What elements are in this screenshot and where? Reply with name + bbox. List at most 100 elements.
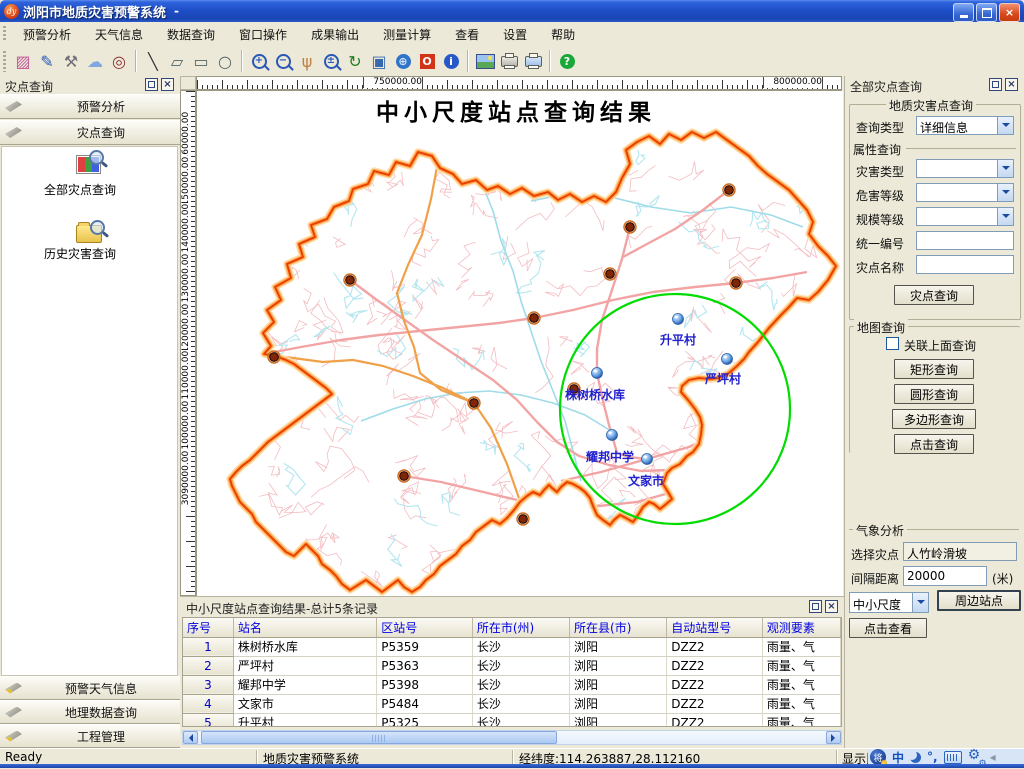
hscroll-right-button[interactable]	[826, 731, 841, 744]
disaster-point-marker[interactable]	[624, 221, 636, 233]
map-query-button-3[interactable]: 多边形查询	[892, 409, 976, 429]
rectangle-draw-icon[interactable]: ▭	[189, 49, 213, 73]
dropdown-icon[interactable]	[997, 160, 1013, 177]
history-disaster-query-icon[interactable]	[76, 219, 104, 243]
hscroll-thumb[interactable]	[201, 731, 557, 744]
result-panel-close-button[interactable]: ×	[825, 600, 838, 613]
print-preview-icon[interactable]	[521, 49, 545, 73]
combo-灾害类型[interactable]	[916, 159, 1014, 178]
column-header-7[interactable]: 观测要素	[762, 618, 840, 637]
refresh-map-icon[interactable]: ↻	[343, 49, 367, 73]
column-header-2[interactable]: 站名	[233, 618, 376, 637]
column-header-5[interactable]: 所在县(市)	[570, 618, 667, 637]
distance-input[interactable]: 20000	[903, 566, 987, 586]
input-统一编号[interactable]	[916, 231, 1014, 250]
table-row-2[interactable]: 2严坪村P5363长沙浏阳DZZ2雨量、气	[183, 656, 841, 675]
menu-item-4[interactable]: 窗口操作	[227, 23, 299, 46]
ellipse-draw-icon[interactable]: ○	[213, 49, 237, 73]
result-panel-pin-button[interactable]	[809, 600, 822, 613]
minimize-button[interactable]	[953, 3, 974, 22]
soft-keyboard-icon[interactable]	[944, 751, 962, 764]
map-analysis-icon[interactable]: ▨	[11, 49, 35, 73]
disaster-point-marker[interactable]	[730, 277, 742, 289]
help-icon[interactable]: ?	[555, 49, 579, 73]
column-header-3[interactable]: 区站号	[377, 618, 473, 637]
menu-grip[interactable]	[3, 26, 6, 43]
table-row-1[interactable]: 1株树桥水库P5359长沙浏阳DZZ2雨量、气	[183, 637, 841, 656]
sidebar-item-label-2[interactable]: 历史灾害查询	[42, 247, 118, 262]
menu-item-3[interactable]: 数据查询	[155, 23, 227, 46]
dropdown-icon[interactable]	[997, 184, 1013, 201]
disaster-point-marker[interactable]	[517, 513, 529, 525]
disaster-point-marker[interactable]	[398, 470, 410, 482]
left-panel-pin-button[interactable]	[145, 78, 158, 91]
target-tool-icon[interactable]: ◎	[107, 49, 131, 73]
scale-combo-dropdown-icon[interactable]	[912, 593, 928, 612]
sidebar-bottom-group-2[interactable]: 地理数据查询	[0, 700, 180, 724]
menu-item-8[interactable]: 设置	[491, 23, 539, 46]
print-icon[interactable]	[497, 49, 521, 73]
ime-brand-icon[interactable]: 将	[870, 749, 886, 765]
close-button[interactable]: ×	[999, 3, 1020, 22]
left-panel-close-button[interactable]: ×	[161, 78, 174, 91]
table-row-5[interactable]: 5升平村P5325长沙浏阳DZZ2雨量、气	[183, 713, 841, 727]
table-row-3[interactable]: 3耀邦中学P5398长沙浏阳DZZ2雨量、气	[183, 675, 841, 694]
result-table-hscrollbar[interactable]	[182, 730, 842, 745]
nearby-stations-button[interactable]: 周边站点	[937, 590, 1021, 611]
punctuation-icon[interactable]: °,	[927, 750, 938, 764]
disaster-point-marker[interactable]	[604, 268, 616, 280]
map-query-button-1[interactable]: 矩形查询	[894, 359, 974, 379]
menu-item-2[interactable]: 天气信息	[83, 23, 155, 46]
query-type-combo[interactable]: 详细信息	[916, 116, 1014, 135]
combo-规模等级[interactable]	[916, 207, 1014, 226]
all-disaster-query-icon[interactable]	[76, 155, 104, 179]
sidebar-bottom-group-1[interactable]: 预警天气信息	[0, 676, 180, 700]
tray-collapse-arrow-icon[interactable]: ◂	[990, 750, 996, 764]
disaster-point-marker[interactable]	[268, 351, 280, 363]
paint-tool-icon[interactable]: ✎	[35, 49, 59, 73]
query-type-dropdown-icon[interactable]	[997, 117, 1013, 134]
maximize-button[interactable]	[976, 3, 997, 22]
polygon-draw-icon[interactable]: ▱	[165, 49, 189, 73]
menu-item-9[interactable]: 帮助	[539, 23, 587, 46]
table-row-4[interactable]: 4文家市P5484长沙浏阳DZZ2雨量、气	[183, 694, 841, 713]
click-view-button[interactable]: 点击查看	[849, 618, 927, 638]
right-panel-close-button[interactable]: ×	[1005, 78, 1018, 91]
legend-image-icon[interactable]	[473, 49, 497, 73]
pan-hand-icon[interactable]: ψ	[295, 49, 319, 73]
disaster-point-marker[interactable]	[468, 397, 480, 409]
input-灾点名称[interactable]	[916, 255, 1014, 274]
map-query-button-2[interactable]: 圆形查询	[894, 384, 974, 404]
dropdown-icon[interactable]	[997, 208, 1013, 225]
copy-view-icon[interactable]: ▣	[367, 49, 391, 73]
hscroll-left-button[interactable]	[183, 731, 198, 744]
fullwidth-moon-icon[interactable]	[910, 752, 921, 763]
menu-item-6[interactable]: 测量计算	[371, 23, 443, 46]
line-draw-icon[interactable]: ╲	[141, 49, 165, 73]
zoom-out-icon[interactable]: −	[271, 49, 295, 73]
disaster-point-marker[interactable]	[344, 274, 356, 286]
combo-危害等级[interactable]	[916, 183, 1014, 202]
cloud-tool-icon[interactable]: ☁	[83, 49, 107, 73]
sidebar-bottom-group-3[interactable]: 工程管理	[0, 724, 180, 748]
menu-item-7[interactable]: 查看	[443, 23, 491, 46]
link-above-checkbox[interactable]	[886, 337, 899, 350]
column-header-1[interactable]: 序号	[183, 618, 233, 637]
hammer-tool-icon[interactable]: ⚒	[59, 49, 83, 73]
sidebar-item-label-1[interactable]: 全部灾点查询	[42, 183, 118, 198]
map-canvas[interactable]: 升平村严坪村株树桥水库耀邦中学文家市中小尺度站点查询结果	[196, 90, 842, 596]
stop-icon[interactable]: O	[415, 49, 439, 73]
language-settings-gear-icon[interactable]: ⚙⚙	[968, 749, 984, 765]
toolbar-grip[interactable]	[3, 51, 6, 72]
disaster-point-marker[interactable]	[723, 184, 735, 196]
zoom-in-icon[interactable]: +	[247, 49, 271, 73]
scale-combo[interactable]: 中小尺度	[849, 592, 929, 613]
disaster-point-marker[interactable]	[528, 312, 540, 324]
sidebar-group-灾点查询[interactable]: 灾点查询	[0, 120, 180, 145]
menu-item-1[interactable]: 预警分析	[11, 23, 83, 46]
right-panel-pin-button[interactable]	[989, 78, 1002, 91]
column-header-6[interactable]: 自动站型号	[667, 618, 763, 637]
sidebar-group-预警分析[interactable]: 预警分析	[0, 94, 180, 119]
disaster-search-button[interactable]: 灾点查询	[894, 285, 974, 305]
map-query-button-4[interactable]: 点击查询	[894, 434, 974, 454]
